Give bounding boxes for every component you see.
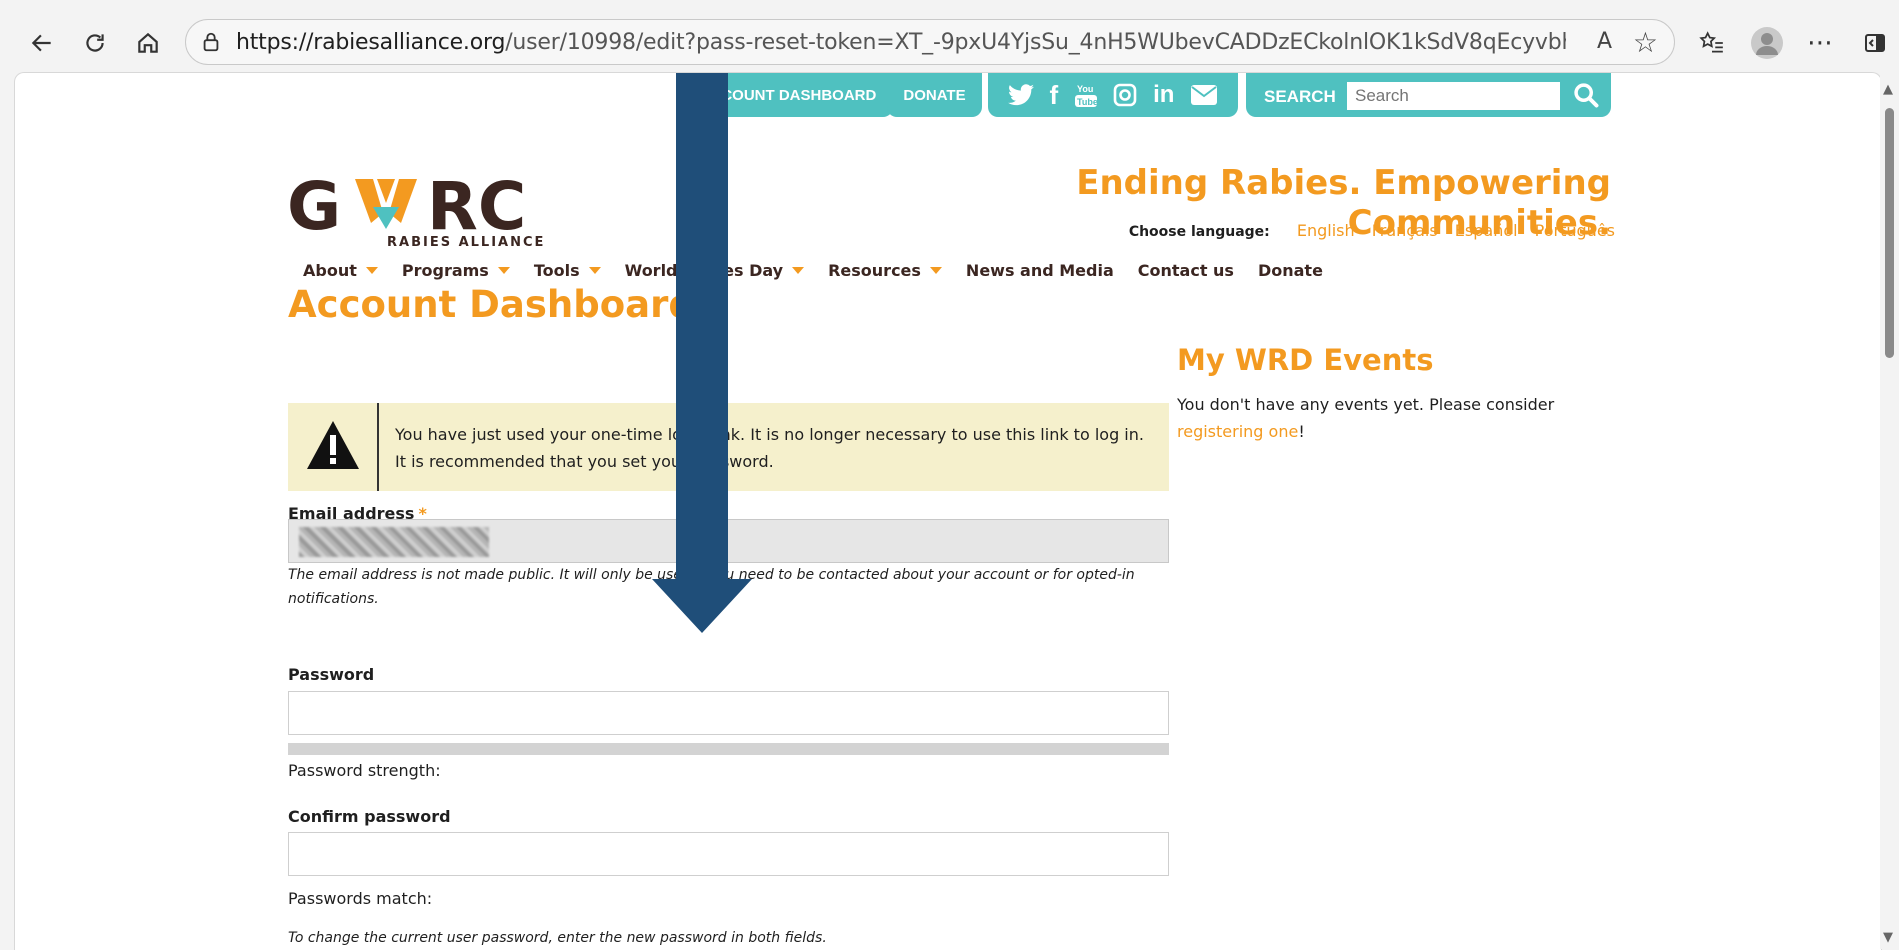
twitter-icon[interactable] xyxy=(1007,84,1034,106)
confirm-password-label: Confirm password xyxy=(288,807,451,826)
favorite-star-icon[interactable]: ☆ xyxy=(1633,26,1658,59)
language-spanish[interactable]: Español xyxy=(1455,221,1518,240)
search-input[interactable] xyxy=(1347,82,1560,110)
nav-about[interactable]: About xyxy=(303,261,378,280)
scroll-thumb[interactable] xyxy=(1885,108,1894,358)
password-field[interactable] xyxy=(288,691,1169,735)
search-label: SEARCH xyxy=(1264,87,1336,106)
browser-toolbar: https://rabiesalliance.org/user/10998/ed… xyxy=(0,0,1899,72)
change-password-hint: To change the current user password, ent… xyxy=(288,930,827,946)
nav-contact-us[interactable]: Contact us xyxy=(1138,261,1234,280)
scroll-up-icon[interactable]: ▲ xyxy=(1883,82,1893,97)
url-text[interactable]: https://rabiesalliance.org/user/10998/ed… xyxy=(236,30,1566,55)
lock-icon[interactable] xyxy=(200,31,222,53)
facebook-icon[interactable]: f xyxy=(1049,80,1058,111)
sidebar-title: My WRD Events xyxy=(1177,343,1434,377)
instagram-icon[interactable] xyxy=(1113,83,1137,107)
passwords-match-text: Passwords match: xyxy=(288,889,433,908)
nav-donate[interactable]: Donate xyxy=(1258,261,1323,280)
nav-label: Tools xyxy=(533,261,580,280)
svg-text:Tube: Tube xyxy=(1077,97,1098,107)
nav-label: Resources xyxy=(828,261,921,280)
events-text: You don't have any events yet. Please co… xyxy=(1177,395,1555,414)
nav-tools[interactable]: Tools xyxy=(534,261,601,280)
events-text-end: ! xyxy=(1298,422,1305,441)
sidebar-events-text: You don't have any events yet. Please co… xyxy=(1177,391,1617,445)
notice-message: You have just used your one-time login l… xyxy=(395,421,1165,475)
site-search: SEARCH xyxy=(1246,73,1611,117)
favorites-list-icon[interactable] xyxy=(1692,23,1732,63)
more-options-icon[interactable]: ⋯ xyxy=(1800,23,1840,63)
nav-label: Donate xyxy=(1257,261,1323,280)
language-english[interactable]: English xyxy=(1297,221,1355,240)
nav-label: About xyxy=(303,261,357,280)
refresh-icon[interactable] xyxy=(75,23,115,63)
svg-text:G: G xyxy=(287,168,341,245)
nav-label: News and Media xyxy=(965,261,1114,280)
page-viewport: ACCOUNT DASHBOARD DONATE f You Tube in SE… xyxy=(14,72,1882,950)
donate-top-label: DONATE xyxy=(903,86,966,104)
home-icon[interactable] xyxy=(128,23,168,63)
password-strength-text: Password strength: xyxy=(288,761,441,780)
password-label: Password xyxy=(288,665,375,684)
notice-line: You have just used your one-time login l… xyxy=(395,425,1144,444)
warning-icon xyxy=(307,421,359,469)
linkedin-icon[interactable]: in xyxy=(1153,81,1174,109)
back-icon[interactable] xyxy=(22,23,62,63)
annotation-arrow xyxy=(652,73,752,633)
language-portuguese[interactable]: Português xyxy=(1535,221,1615,240)
nav-resources[interactable]: Resources xyxy=(828,261,942,280)
sidebar-toggle-icon[interactable] xyxy=(1855,23,1895,63)
language-switcher: Choose language: English Français Españo… xyxy=(915,221,1615,240)
svg-text:You: You xyxy=(1077,84,1093,94)
notice-line: It is recommended that you set your pass… xyxy=(395,452,774,471)
nav-news-and-media[interactable]: News and Media xyxy=(966,261,1114,280)
dropdown-caret-icon xyxy=(929,267,942,274)
password-strength-bar xyxy=(288,743,1169,755)
scroll-down-icon[interactable]: ▼ xyxy=(1883,930,1893,945)
email-icon[interactable] xyxy=(1190,84,1218,106)
dropdown-caret-icon xyxy=(365,267,378,274)
profile-avatar[interactable] xyxy=(1747,23,1787,63)
notice-divider xyxy=(377,403,379,491)
social-links: f You Tube in xyxy=(988,73,1238,117)
donate-top-link[interactable]: DONATE xyxy=(887,73,982,117)
redacted-email-value xyxy=(299,527,489,557)
page-title: Account Dashboard xyxy=(288,283,695,326)
dropdown-caret-icon xyxy=(588,267,601,274)
dropdown-caret-icon xyxy=(497,267,510,274)
read-aloud-icon[interactable]: A xyxy=(1597,29,1612,54)
nav-label: Programs xyxy=(401,261,489,280)
youtube-icon[interactable]: You Tube xyxy=(1074,82,1098,108)
garc-logo[interactable]: G RC RABIES ALLIANCE xyxy=(287,163,547,253)
main-nav: About Programs Tools World Rabies Day Re… xyxy=(303,261,1347,280)
confirm-password-field[interactable] xyxy=(288,832,1169,876)
nav-label: Contact us xyxy=(1137,261,1234,280)
search-icon[interactable] xyxy=(1572,81,1600,109)
nav-programs[interactable]: Programs xyxy=(402,261,510,280)
logo-subtitle: RABIES ALLIANCE xyxy=(387,235,546,250)
dropdown-caret-icon xyxy=(792,267,805,274)
language-french[interactable]: Français xyxy=(1372,221,1438,240)
svg-text:RC: RC xyxy=(427,168,526,245)
register-event-link[interactable]: registering one xyxy=(1177,422,1298,441)
page-scrollbar[interactable]: ▲ ▼ xyxy=(1880,72,1899,949)
address-bar[interactable]: https://rabiesalliance.org/user/10998/ed… xyxy=(185,19,1675,65)
language-label: Choose language: xyxy=(1128,224,1270,240)
